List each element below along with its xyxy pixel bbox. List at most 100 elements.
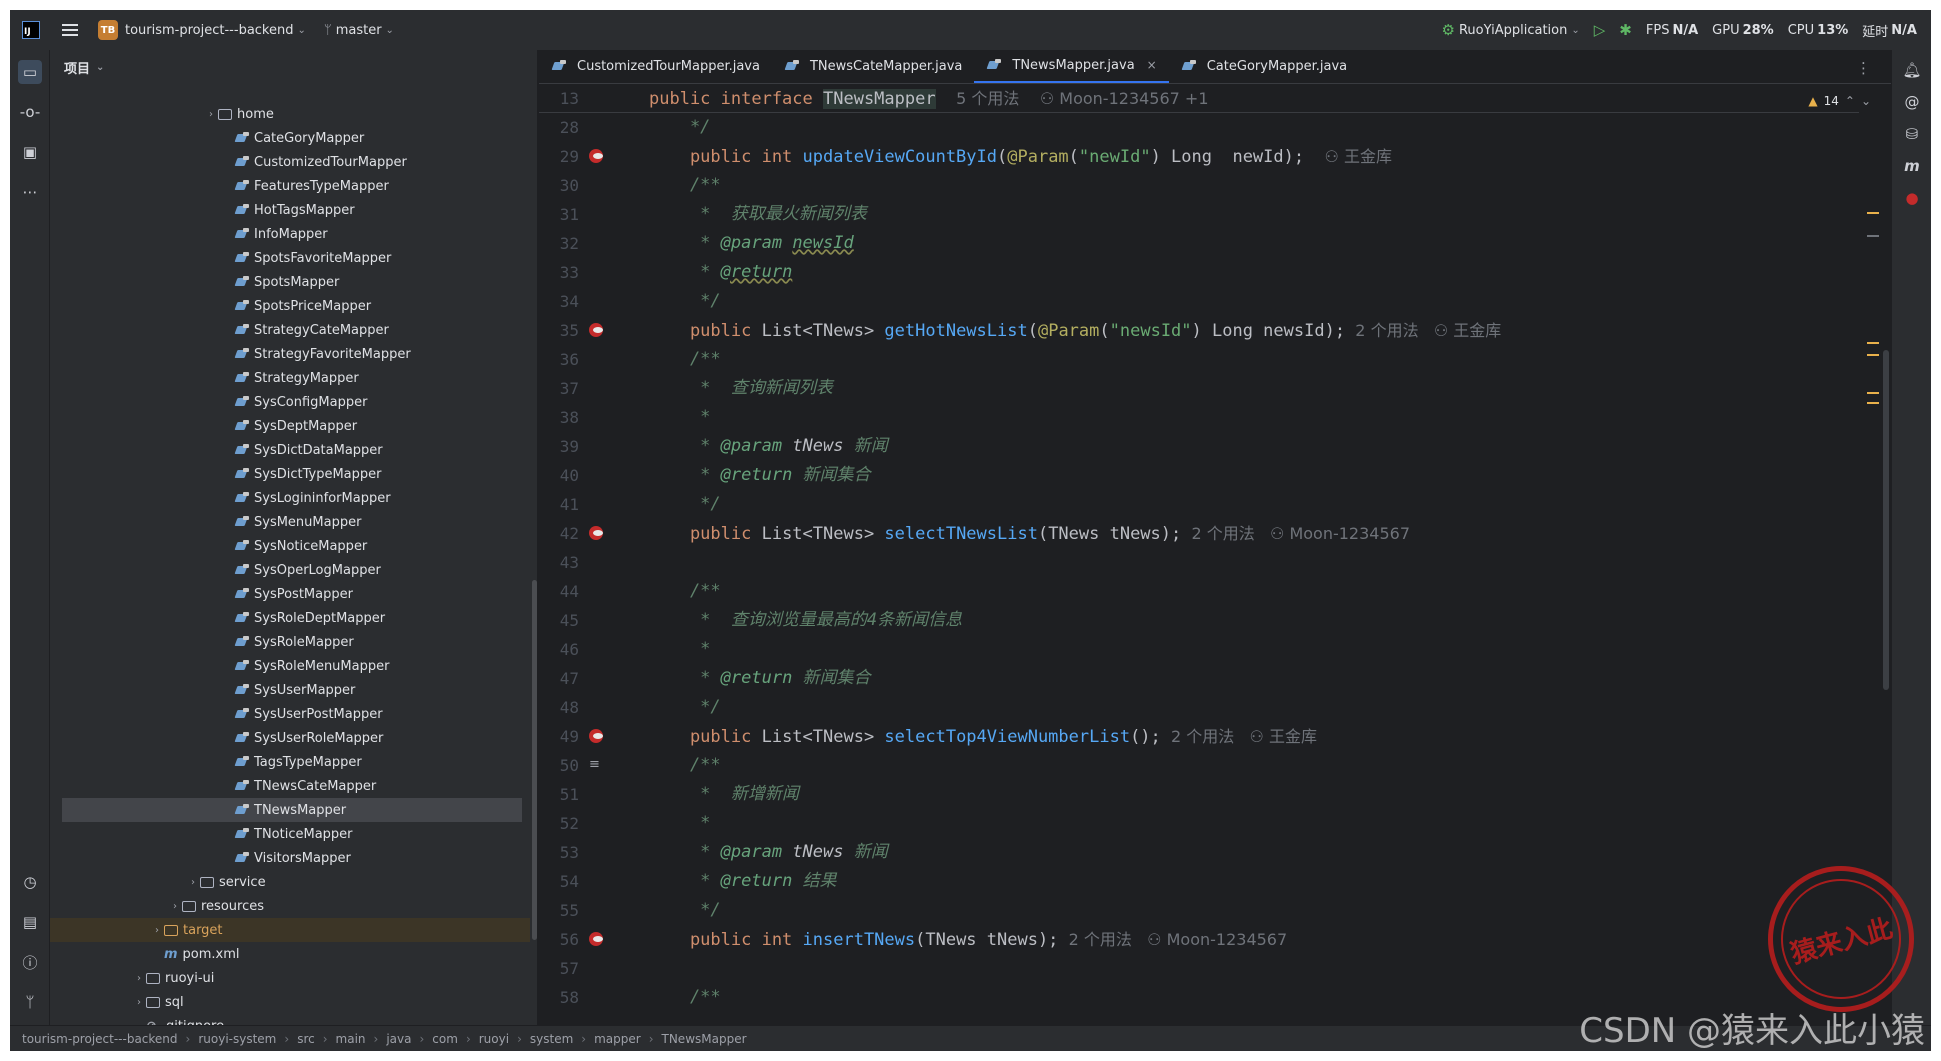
expand-arrow-icon[interactable]: › xyxy=(150,925,164,936)
code-line[interactable]: /** xyxy=(649,751,1859,780)
inspection-widget[interactable]: ▲ 14 ⌃ ⌄ xyxy=(1808,94,1871,108)
tree-item[interactable]: VisitorsMapper xyxy=(50,846,530,870)
breadcrumb-item[interactable]: ruoyi-system xyxy=(198,1032,276,1046)
services-icon[interactable]: ◷ xyxy=(18,870,42,894)
more-tabs-icon[interactable]: ⋮ xyxy=(1856,59,1871,77)
inlay-hint[interactable]: 2 个用法 ⚇ Moon-1234567 xyxy=(1069,930,1288,949)
tree-item[interactable]: SysLogininforMapper xyxy=(50,486,530,510)
tree-item[interactable]: SysRoleDeptMapper xyxy=(50,606,530,630)
breadcrumb-item[interactable]: system xyxy=(530,1032,573,1046)
breadcrumb-item[interactable]: mapper xyxy=(594,1032,641,1046)
inlay-hint[interactable]: 2 个用法 ⚇ 王金库 xyxy=(1171,727,1317,746)
ai-assistant-icon[interactable]: @ xyxy=(1900,90,1924,114)
project-selector[interactable]: tourism-project---backend ⌄ xyxy=(125,23,306,38)
git-icon[interactable]: ᛘ xyxy=(18,990,42,1014)
editor-tab[interactable]: CateGoryMapper.java xyxy=(1169,49,1359,83)
tree-item[interactable]: › target xyxy=(50,918,530,942)
notifications-icon[interactable]: 🔔︎ xyxy=(1900,58,1924,82)
editor-scrollbar[interactable] xyxy=(1883,350,1889,690)
code-line[interactable]: * @param tNews 新闻 xyxy=(649,432,1859,461)
tree-item[interactable]: SysDictTypeMapper xyxy=(50,462,530,486)
expand-arrow-icon[interactable]: › xyxy=(132,973,146,984)
tree-item[interactable]: SysNoticeMapper xyxy=(50,534,530,558)
structure-icon[interactable]: ▣ xyxy=(18,140,42,164)
code-line[interactable]: */ xyxy=(649,896,1859,925)
code-line[interactable]: */ xyxy=(649,113,1859,142)
breadcrumb-item[interactable]: src xyxy=(297,1032,315,1046)
breadcrumb-item[interactable]: ruoyi xyxy=(479,1032,509,1046)
code-line[interactable]: public List<TNews> selectTop4ViewNumberL… xyxy=(649,722,1859,751)
tree-item[interactable]: › service xyxy=(50,870,530,894)
tree-item[interactable]: SysRoleMenuMapper xyxy=(50,654,530,678)
code-line[interactable]: * @return 结果 xyxy=(649,867,1859,896)
tree-item[interactable]: StrategyCateMapper xyxy=(50,318,530,342)
render-doc-icon[interactable]: ≡ xyxy=(589,758,603,772)
tree-item[interactable]: m pom.xml xyxy=(50,942,530,966)
code-line[interactable]: public int updateViewCountById(@Param("n… xyxy=(649,142,1859,171)
commit-icon[interactable]: -o- xyxy=(18,100,42,124)
breadcrumb-item[interactable]: tourism-project---backend xyxy=(22,1032,178,1046)
project-folder-icon[interactable]: ▭ xyxy=(18,60,42,84)
tree-item[interactable]: SpotsPriceMapper xyxy=(50,294,530,318)
usages-hint[interactable]: 5 个用法 xyxy=(956,89,1019,108)
mybatis-icon[interactable]: ● xyxy=(1900,186,1924,210)
code-line[interactable]: /** xyxy=(649,345,1859,374)
expand-arrow-icon[interactable]: › xyxy=(168,901,182,912)
tree-item[interactable]: › resources xyxy=(50,894,530,918)
code-line[interactable]: * @param newsId xyxy=(649,229,1859,258)
tree-item[interactable]: TNewsMapper xyxy=(62,798,522,822)
expand-arrow-icon[interactable]: › xyxy=(186,877,200,888)
tree-item[interactable]: StrategyMapper xyxy=(50,366,530,390)
tree-item[interactable]: SysConfigMapper xyxy=(50,390,530,414)
code-line[interactable]: public List<TNews> getHotNewsList(@Param… xyxy=(649,316,1859,345)
tree-item[interactable]: HotTagsMapper xyxy=(50,198,530,222)
tree-item[interactable]: SpotsFavoriteMapper xyxy=(50,246,530,270)
tree-item[interactable]: › home xyxy=(50,102,530,126)
code-line[interactable]: * 查询新闻列表 xyxy=(649,374,1859,403)
tree-item[interactable]: CateGoryMapper xyxy=(50,126,530,150)
tree-item[interactable]: InfoMapper xyxy=(50,222,530,246)
code-line[interactable]: */ xyxy=(649,490,1859,519)
tree-item[interactable]: TagsTypeMapper xyxy=(50,750,530,774)
code-line[interactable]: * 获取最火新闻列表 xyxy=(649,200,1859,229)
tree-item[interactable]: FeaturesTypeMapper xyxy=(50,174,530,198)
maven-icon[interactable]: m xyxy=(1900,154,1924,178)
expand-arrow-icon[interactable]: › xyxy=(132,997,146,1008)
tree-item[interactable]: SysDeptMapper xyxy=(50,414,530,438)
tree-item[interactable]: SysUserPostMapper xyxy=(50,702,530,726)
code-line[interactable]: * xyxy=(649,403,1859,432)
chevron-up-icon[interactable]: ⌃ xyxy=(1845,94,1855,108)
intellij-logo-icon[interactable]: IJ xyxy=(22,21,40,39)
project-badge[interactable]: TB xyxy=(98,20,118,40)
tree-item[interactable]: SysPostMapper xyxy=(50,582,530,606)
code-line[interactable]: * @return xyxy=(649,258,1859,287)
code-line[interactable]: * 新增新闻 xyxy=(649,780,1859,809)
code-line[interactable]: /** xyxy=(649,577,1859,606)
inlay-hint[interactable]: 2 个用法 ⚇ 王金库 xyxy=(1355,321,1501,340)
code-line[interactable]: * xyxy=(649,635,1859,664)
code-line[interactable] xyxy=(649,548,1859,577)
chevron-down-icon[interactable]: ⌄ xyxy=(1861,94,1871,108)
code-line[interactable] xyxy=(649,954,1859,983)
code-line[interactable]: * @return 新闻集合 xyxy=(649,461,1859,490)
editor-tab[interactable]: TNewsMapper.java × xyxy=(974,49,1169,83)
breadcrumb-item[interactable]: main xyxy=(336,1032,366,1046)
terminal-icon[interactable]: ▤ xyxy=(18,910,42,934)
tree-item[interactable]: SysUserRoleMapper xyxy=(50,726,530,750)
mybatis-navigate-icon[interactable] xyxy=(589,729,603,743)
debug-icon[interactable]: ✱ xyxy=(1619,21,1632,39)
code-line[interactable]: public int insertTNews(TNews tNews); 2 个… xyxy=(649,925,1859,954)
breadcrumb-item[interactable]: java xyxy=(386,1032,411,1046)
inlay-hint[interactable]: 2 个用法 ⚇ Moon-1234567 xyxy=(1191,524,1410,543)
editor-tab[interactable]: CustomizedTourMapper.java xyxy=(539,49,772,83)
tree-item[interactable]: SysOperLogMapper xyxy=(50,558,530,582)
code-line[interactable]: * xyxy=(649,809,1859,838)
code-line[interactable]: */ xyxy=(649,693,1859,722)
code-line[interactable]: * @return 新闻集合 xyxy=(649,664,1859,693)
mybatis-navigate-icon[interactable] xyxy=(589,526,603,540)
database-icon[interactable]: ⛁ xyxy=(1900,122,1924,146)
tree-item[interactable]: SysRoleMapper xyxy=(50,630,530,654)
inlay-hint[interactable]: ⚇ 王金库 xyxy=(1314,147,1392,166)
tree-item[interactable]: › ruoyi-ui xyxy=(50,966,530,990)
mybatis-navigate-icon[interactable] xyxy=(589,932,603,946)
